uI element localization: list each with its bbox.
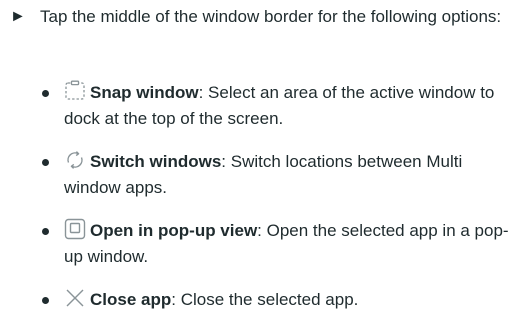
bullet (42, 228, 49, 235)
bullet (42, 90, 49, 97)
option-term: Open in pop-up view (90, 221, 258, 240)
step-text: Tap the middle of the window border for … (40, 7, 502, 26)
switch-windows-icon (64, 149, 86, 171)
list-item-close-app: Close app: Close the selected app. (40, 287, 520, 313)
step-arrow-icon: ► (10, 8, 26, 25)
list-item-popup-view: Open in pop-up view: Open the selected a… (40, 218, 520, 270)
bullet (42, 297, 49, 304)
snap-window-icon (64, 80, 86, 102)
option-term: Snap window (90, 83, 199, 102)
option-term: Close app (90, 290, 172, 309)
list-item-snap-window: Snap window: Select an area of the activ… (40, 80, 520, 132)
options-list: Snap window: Select an area of the activ… (40, 80, 520, 313)
instruction-step: ► Tap the middle of the window border fo… (10, 4, 515, 30)
bullet (42, 159, 49, 166)
close-app-icon (64, 287, 86, 309)
list-item-switch-windows: Switch windows: Switch locations between… (40, 149, 520, 201)
instruction-page: ► Tap the middle of the window border fo… (0, 0, 526, 320)
option-description: : Close the selected app. (171, 290, 359, 309)
option-term: Switch windows (90, 152, 222, 171)
popup-view-icon (64, 218, 86, 240)
